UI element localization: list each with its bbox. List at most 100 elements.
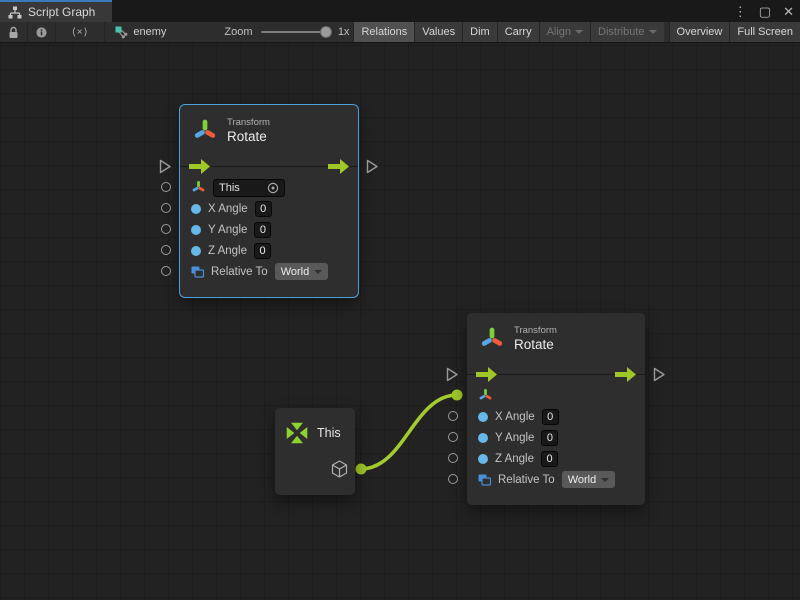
node-rotate-1[interactable]: Transform Rotate <box>180 105 358 297</box>
y-angle-label: Y Angle <box>208 224 247 236</box>
flow-in-arrow-icon <box>189 159 210 174</box>
relative-to-dropdown[interactable]: World <box>562 471 616 488</box>
x-angle-row: X Angle 0 <box>467 406 645 427</box>
chevron-down-icon <box>314 270 322 274</box>
zoom-slider[interactable] <box>261 22 330 42</box>
zoom-slider-handle[interactable] <box>320 26 332 38</box>
flow-output-port[interactable] <box>366 159 379 174</box>
distribute-button[interactable]: Distribute <box>590 22 663 42</box>
fullscreen-button[interactable]: Full Screen <box>729 22 800 42</box>
y-angle-value-field[interactable]: 0 <box>254 222 271 238</box>
x-angle-row: X Angle 0 <box>180 198 358 219</box>
y-angle-row: Y Angle 0 <box>467 427 645 448</box>
this-output-port-connected[interactable] <box>356 464 367 475</box>
hierarchy-graph-icon <box>8 6 22 19</box>
flow-out-arrow-icon <box>328 159 349 174</box>
x-angle-value-field[interactable]: 0 <box>255 201 272 217</box>
breadcrumb-label: enemy <box>133 26 166 38</box>
relative-to-input-port[interactable] <box>161 266 171 276</box>
z-angle-value-field[interactable]: 0 <box>254 243 271 259</box>
object-picker-icon[interactable] <box>267 182 279 194</box>
lock-button[interactable] <box>0 22 28 42</box>
info-icon <box>36 26 47 39</box>
overview-button[interactable]: Overview <box>669 22 730 42</box>
breadcrumb[interactable]: enemy <box>105 22 176 42</box>
this-row-connected <box>467 385 645 406</box>
graph-toolbar: ⟨×⟩ enemy Zoom 1x Relations Values Dim C… <box>0 22 800 43</box>
node-rotate-2[interactable]: Transform Rotate <box>467 313 645 505</box>
x-angle-value-field[interactable]: 0 <box>542 409 559 425</box>
relative-to-dropdown[interactable]: World <box>275 263 329 280</box>
node-title: Rotate <box>514 337 557 352</box>
x-angle-label: X Angle <box>208 203 248 215</box>
float-port-dot-icon <box>191 204 201 214</box>
node-this[interactable]: This <box>275 408 355 495</box>
relative-to-input-port[interactable] <box>448 474 458 484</box>
maximize-icon[interactable]: ▢ <box>759 5 771 18</box>
float-port-dot-icon <box>191 225 201 235</box>
values-button[interactable]: Values <box>414 22 462 42</box>
y-angle-label: Y Angle <box>495 432 534 444</box>
enum-icon <box>191 265 204 278</box>
close-icon[interactable]: ✕ <box>783 5 794 18</box>
title-bar: Script Graph ⋮ ▢ ✕ <box>0 0 800 22</box>
y-angle-row: Y Angle 0 <box>180 219 358 240</box>
flow-row <box>180 156 358 177</box>
y-angle-input-port[interactable] <box>161 224 171 234</box>
x-angle-input-port[interactable] <box>448 411 458 421</box>
this-row: This <box>180 177 358 198</box>
flow-out-arrow-icon <box>615 367 636 382</box>
node-category: Transform <box>514 325 557 336</box>
carry-button[interactable]: Carry <box>497 22 539 42</box>
dim-button[interactable]: Dim <box>462 22 497 42</box>
relative-to-label: Relative To <box>498 474 555 486</box>
gameobject-cube-icon <box>331 460 348 478</box>
node-header[interactable]: Transform Rotate <box>180 105 358 156</box>
info-button[interactable] <box>28 22 56 42</box>
y-angle-input-port[interactable] <box>448 432 458 442</box>
relative-to-row: Relative To World <box>467 469 645 490</box>
align-button[interactable]: Align <box>539 22 590 42</box>
transform-mini-icon <box>478 388 493 403</box>
z-angle-input-port[interactable] <box>161 245 171 255</box>
z-angle-row: Z Angle 0 <box>180 240 358 261</box>
x-angle-label: X Angle <box>495 411 535 423</box>
rotate2-this-input-port-connected[interactable] <box>452 390 463 401</box>
tab-script-graph[interactable]: Script Graph <box>0 0 112 22</box>
chevron-down-icon <box>601 478 609 482</box>
flow-input-port[interactable] <box>159 159 172 174</box>
float-port-dot-icon <box>478 412 488 422</box>
relations-button[interactable]: Relations <box>353 22 414 42</box>
transform-icon <box>192 118 218 144</box>
code-preview-button[interactable]: ⟨×⟩ <box>56 22 105 42</box>
node-header[interactable]: Transform Rotate <box>467 313 645 364</box>
flow-input-port[interactable] <box>446 367 459 382</box>
relative-to-row: Relative To World <box>180 261 358 282</box>
z-angle-label: Z Angle <box>495 453 534 465</box>
y-angle-value-field[interactable]: 0 <box>541 430 558 446</box>
zoom-label: Zoom <box>224 22 252 42</box>
float-port-dot-icon <box>478 433 488 443</box>
zoom-value: 1x <box>338 22 350 42</box>
transform-mini-icon <box>191 180 206 195</box>
this-object-field[interactable]: This <box>213 179 285 197</box>
float-port-dot-icon <box>191 246 201 256</box>
flow-row <box>467 364 645 385</box>
script-graph-window: Script Graph ⋮ ▢ ✕ ⟨×⟩ <box>0 0 800 600</box>
z-angle-input-port[interactable] <box>448 453 458 463</box>
relative-to-label: Relative To <box>211 266 268 278</box>
menu-icon[interactable]: ⋮ <box>734 5 747 18</box>
transform-icon <box>479 326 505 352</box>
value-connection-wire[interactable] <box>361 395 457 469</box>
node-category: Transform <box>227 117 270 128</box>
tab-label: Script Graph <box>28 5 95 19</box>
graph-canvas[interactable]: Transform Rotate <box>0 43 800 600</box>
float-port-dot-icon <box>478 454 488 464</box>
x-angle-input-port[interactable] <box>161 203 171 213</box>
window-controls: ⋮ ▢ ✕ <box>734 0 794 22</box>
z-angle-value-field[interactable]: 0 <box>541 451 558 467</box>
lock-icon <box>8 26 19 39</box>
flow-output-port[interactable] <box>653 367 666 382</box>
this-input-port[interactable] <box>161 182 171 192</box>
chevron-down-icon <box>649 30 657 34</box>
